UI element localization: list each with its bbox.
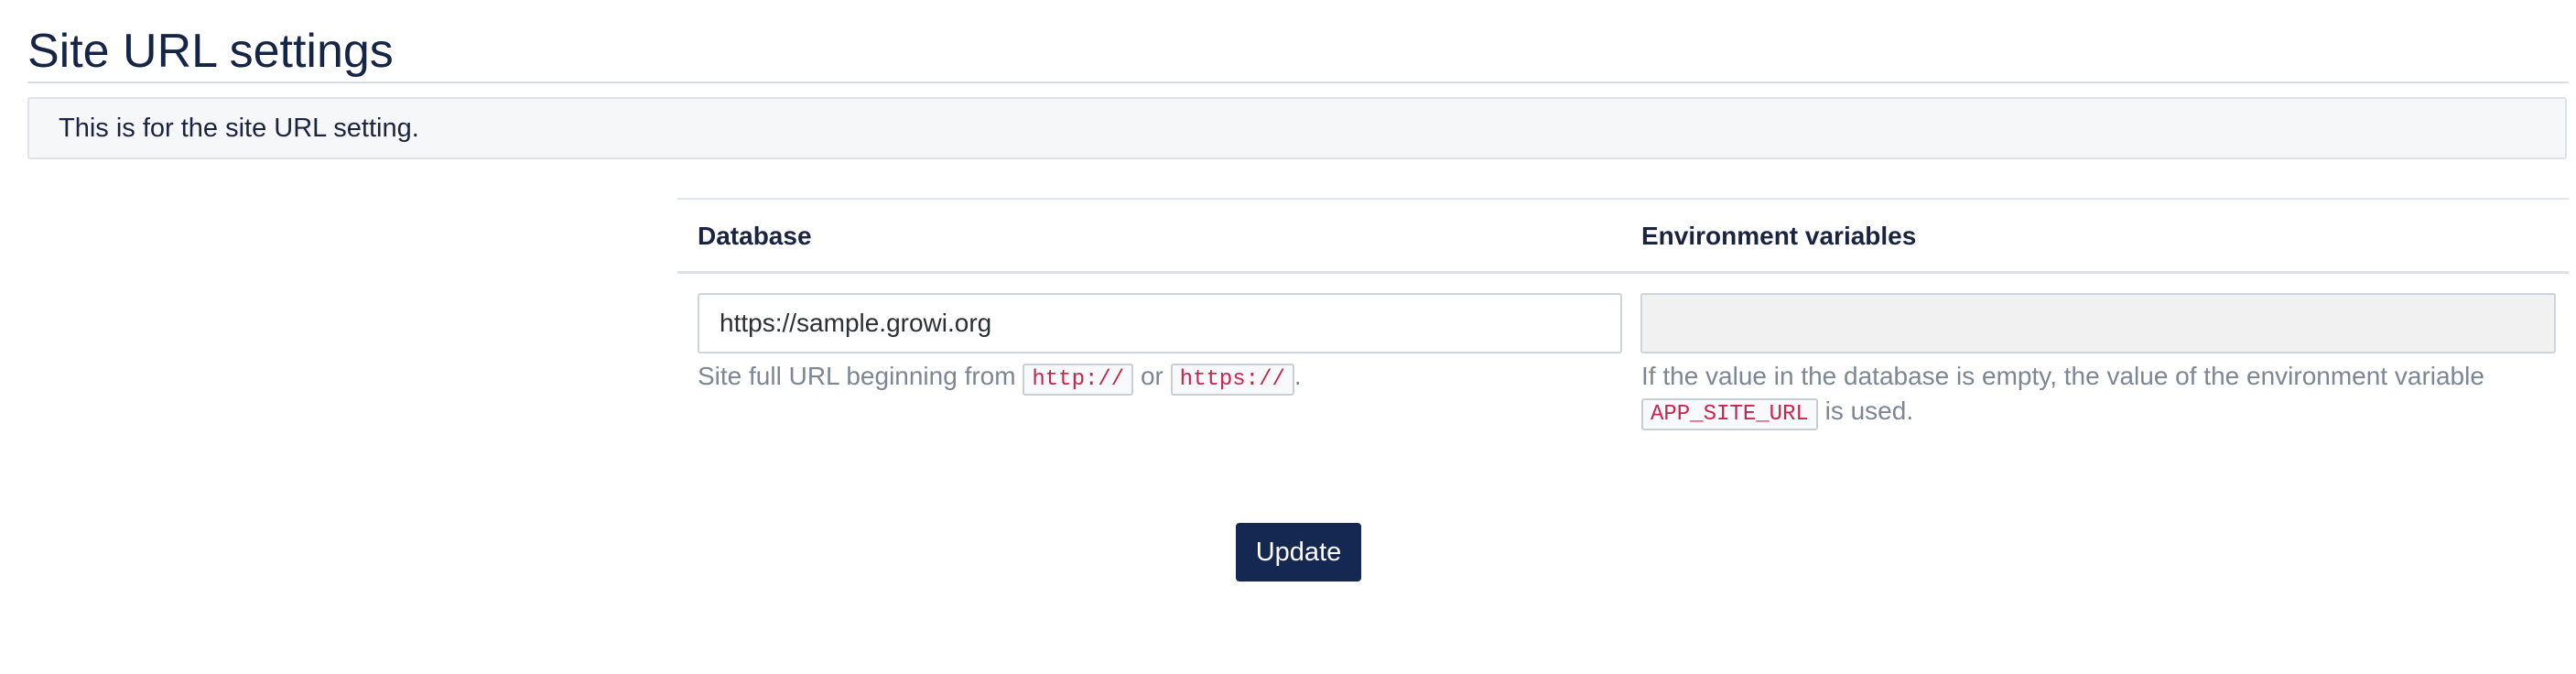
env-site-url-input — [1640, 293, 2556, 353]
help-or: or — [1140, 362, 1164, 390]
site-url-help-text: Site full URL beginning from http:// or … — [698, 359, 1302, 397]
site-url-input[interactable] — [698, 293, 1622, 353]
http-code: http:// — [1023, 364, 1134, 396]
env-help-suffix: is used. — [1824, 397, 1914, 425]
env-help-prefix: If the value in the database is empty, t… — [1641, 362, 2484, 390]
info-alert: This is for the site URL setting. — [27, 97, 2567, 159]
https-code: https:// — [1170, 364, 1294, 396]
column-header-environment: Environment variables — [1641, 222, 1917, 250]
help-suffix: . — [1293, 362, 1302, 390]
env-help-text: If the value in the database is empty, t… — [1641, 359, 2557, 432]
update-button[interactable]: Update — [1236, 523, 1361, 582]
title-divider — [27, 82, 2569, 83]
help-prefix: Site full URL beginning from — [698, 362, 1016, 390]
table-top-divider — [677, 198, 2569, 200]
column-header-database: Database — [698, 222, 812, 250]
page-title: Site URL settings — [27, 25, 394, 78]
env-var-code: APP_SITE_URL — [1641, 398, 1818, 430]
table-header-divider — [677, 271, 2569, 274]
